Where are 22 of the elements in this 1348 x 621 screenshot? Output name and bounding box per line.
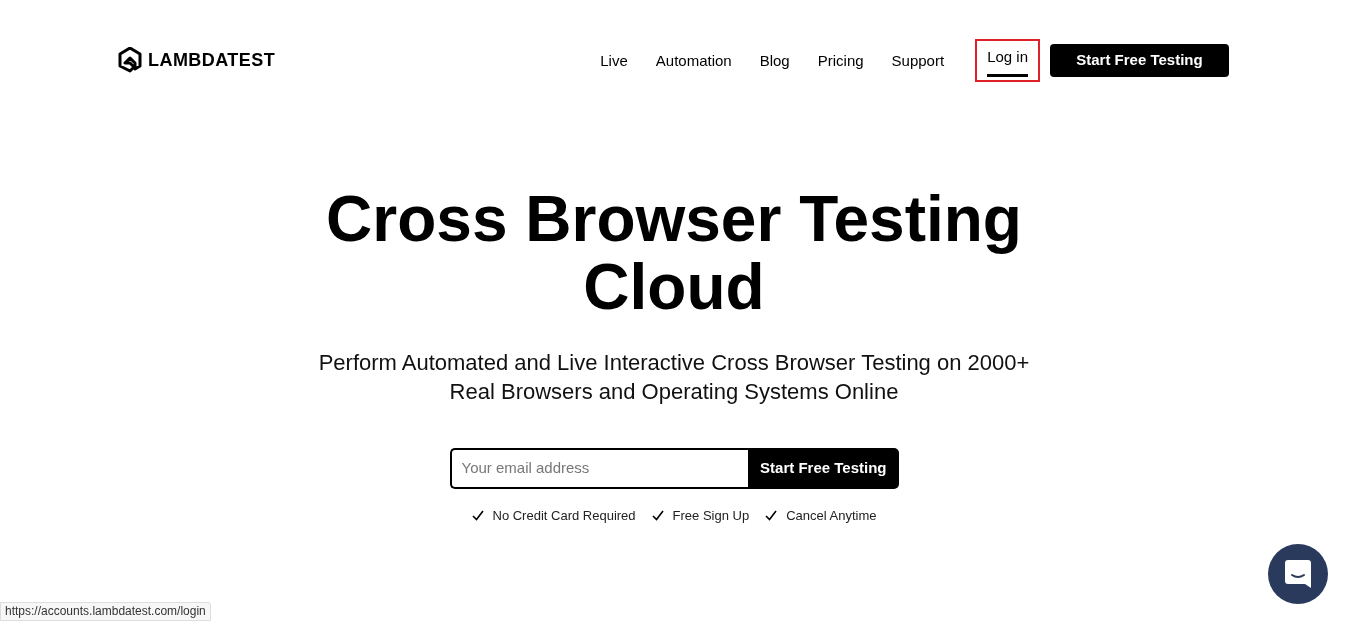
nav-link[interactable]: Blog <box>759 48 790 73</box>
check-icon <box>765 509 778 521</box>
nav-link[interactable]: Log in <box>975 39 1040 82</box>
perk-text: Free Sign Up <box>672 506 750 525</box>
status-bar-url: https://accounts.lambdatest.com/login <box>0 602 211 621</box>
logo-icon <box>118 47 142 74</box>
email-field[interactable]: Your email address <box>449 447 749 489</box>
signup-button[interactable]: Start Free Testing <box>748 447 899 489</box>
chat-button[interactable] <box>1268 544 1328 604</box>
nav-link[interactable]: Support <box>891 48 945 73</box>
nav-link[interactable]: Live <box>600 48 628 73</box>
nav-link[interactable]: Pricing <box>817 48 864 73</box>
logo-text[interactable]: LAMBDATEST <box>148 46 276 74</box>
hero-subtitle: Perform Automated and Live Interactive Cross Browser Testing on 2000+ Real Browsers and Operating Systems Online <box>317 348 1031 406</box>
hero-title: Cross Browser Testing Cloud <box>325 184 1023 321</box>
start-free-testing-button[interactable]: Start Free Testing <box>1050 43 1229 77</box>
check-icon <box>471 509 484 521</box>
perk-text: No Credit Card Required <box>492 506 636 525</box>
chat-icon <box>1284 559 1312 589</box>
check-icon <box>651 509 664 521</box>
nav-link[interactable]: Automation <box>655 48 732 73</box>
perk-text: Cancel Anytime <box>786 506 877 525</box>
